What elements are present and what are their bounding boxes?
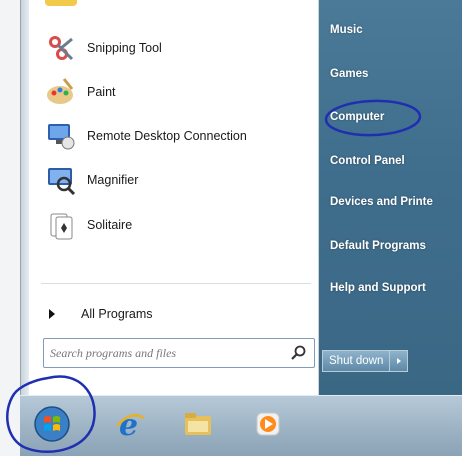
file-explorer-folder-icon xyxy=(182,408,214,445)
shutdown-control: Shut down xyxy=(322,350,409,372)
taskbar-internet-explorer[interactable]: e xyxy=(110,406,150,446)
paint-palette-icon xyxy=(45,76,77,108)
right-item-games[interactable]: Games xyxy=(330,68,368,80)
programs-separator xyxy=(41,283,311,284)
right-item-help-and-support[interactable]: Help and Support xyxy=(330,282,426,294)
remote-desktop-icon xyxy=(45,120,77,152)
right-arrow-icon xyxy=(49,309,55,319)
all-programs-label: All Programs xyxy=(81,307,153,321)
svg-text:e: e xyxy=(119,408,138,440)
search-box[interactable] xyxy=(43,338,315,368)
program-remote-desktop[interactable]: Remote Desktop Connection xyxy=(45,116,307,156)
right-arrow-icon xyxy=(396,358,401,364)
program-paint[interactable]: Paint xyxy=(45,72,307,112)
taskbar-file-explorer[interactable] xyxy=(178,406,218,446)
windows-start-orb-icon xyxy=(33,405,71,448)
all-programs-button[interactable]: All Programs xyxy=(49,303,153,325)
scissors-icon xyxy=(45,32,77,64)
shutdown-button[interactable]: Shut down xyxy=(322,350,391,372)
programs-pane: Snipping Tool Paint Remote Desktop Conne… xyxy=(29,0,319,395)
internet-explorer-icon: e xyxy=(114,408,146,445)
program-label: Solitaire xyxy=(87,218,133,232)
program-snipping-tool[interactable]: Snipping Tool xyxy=(45,28,307,68)
search-input[interactable] xyxy=(44,339,276,367)
program-label: Paint xyxy=(87,85,116,99)
program-solitaire[interactable]: Solitaire xyxy=(45,205,307,245)
magnifier-icon xyxy=(45,164,77,196)
taskbar: e xyxy=(20,395,462,456)
shutdown-options-button[interactable] xyxy=(390,350,409,372)
search-icon[interactable] xyxy=(290,344,308,362)
right-item-default-programs[interactable]: Default Programs xyxy=(330,240,426,252)
right-item-computer[interactable]: Computer xyxy=(330,111,384,123)
right-item-devices-and-printers[interactable]: Devices and Printe xyxy=(330,196,433,208)
start-menu-frame xyxy=(21,0,29,395)
right-item-control-panel[interactable]: Control Panel xyxy=(330,155,405,167)
program-label: Remote Desktop Connection xyxy=(87,129,247,143)
screenshot-stage: Snipping Tool Paint Remote Desktop Conne… xyxy=(0,0,462,456)
media-player-icon xyxy=(253,409,283,444)
taskbar-media-player[interactable] xyxy=(248,406,288,446)
program-label: Magnifier xyxy=(87,173,139,187)
solitaire-cards-icon xyxy=(45,209,77,241)
program-label: Snipping Tool xyxy=(87,41,162,55)
right-item-music[interactable]: Music xyxy=(330,24,363,36)
cut-off-program-icon xyxy=(45,0,77,6)
start-button[interactable] xyxy=(32,405,72,448)
program-magnifier[interactable]: Magnifier xyxy=(45,160,307,200)
